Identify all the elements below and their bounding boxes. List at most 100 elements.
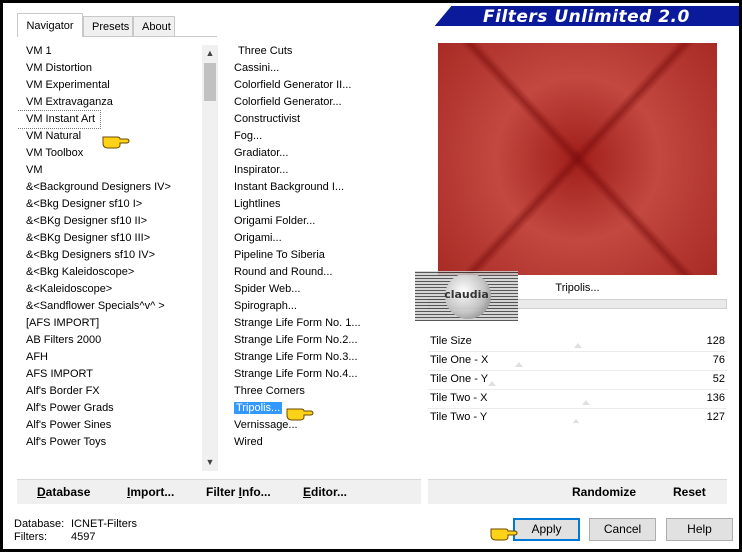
filter-info-button[interactable]: Filter Info... [206,485,271,499]
tab-presets[interactable]: Presets [83,16,133,36]
help-button[interactable]: Help [666,518,733,541]
button-label: atabase [45,485,91,499]
filter-item-label: Gradiator... [234,147,289,159]
category-item[interactable]: &<Sandflower Specials^v^ > [18,298,203,315]
filter-item[interactable]: Three Corners [231,383,421,400]
editor-button[interactable]: Editor... [303,485,347,499]
preview-image [438,43,717,275]
category-item[interactable]: Alf's Power Grads [18,400,203,417]
category-item[interactable]: Alf's Power Toys [18,434,203,451]
filter-item[interactable]: Instant Background I... [231,179,421,196]
param-value: 76 [712,354,725,366]
filter-item[interactable]: Strange Life Form No. 1... [231,315,421,332]
slider-tick-icon[interactable] [488,381,496,386]
category-item[interactable]: VM Extravaganza [18,94,203,111]
filter-item[interactable]: Round and Round... [231,264,421,281]
tab-navigator[interactable]: Navigator [17,13,83,37]
category-item[interactable]: AB Filters 2000 [18,332,203,349]
param-slider[interactable]: Tile One - X 76 [428,352,727,371]
list-toolbar: Database Import... Filter Info... Editor… [17,479,421,504]
filter-item-label: Pipeline To Siberia [234,249,325,261]
filter-list[interactable]: Three Cuts Cassini... Colorfield Generator… [231,43,421,471]
category-item[interactable]: VM Distortion [18,60,203,77]
filter-item[interactable]: Tripolis... [231,400,421,417]
database-button[interactable]: Database [37,485,90,499]
category-item[interactable]: Alf's Power Sines [18,417,203,434]
filter-item[interactable]: Constructivist [231,111,421,128]
status-area: Database: ICNET-Filters Filters: 4597 [14,518,137,544]
filter-item[interactable]: Pipeline To Siberia [231,247,421,264]
reset-button[interactable]: Reset [673,485,706,499]
category-item[interactable]: VM 1 [18,43,203,60]
status-database-value: ICNET-Filters [71,518,137,530]
filter-item[interactable]: Wired [231,434,421,451]
filter-item[interactable]: Fog... [231,128,421,145]
slider-tick-icon[interactable] [515,362,523,367]
filter-item-label: Colorfield Generator II... [234,79,352,91]
category-item[interactable]: &<BKg Designer sf10 III> [18,230,203,247]
parameter-list: Tile Size 128 Tile One - X 76 Tile One -… [428,333,727,428]
filter-item[interactable]: Colorfield Generator... [231,94,421,111]
slider-tick-icon[interactable] [574,343,582,348]
filter-item[interactable]: Colorfield Generator II... [231,77,421,94]
filter-item[interactable]: Spirograph... [231,298,421,315]
filter-item-label: Three Cuts [238,45,293,57]
filter-item-label: Strange Life Form No.2... [234,334,358,346]
pointing-hand-icon [102,136,130,149]
tab-about[interactable]: About [133,16,175,36]
filter-item-label: Inspirator... [234,164,289,176]
param-value: 128 [706,335,725,347]
filter-item[interactable]: Strange Life Form No.3... [231,349,421,366]
filter-item-label: Wired [234,436,263,448]
category-item[interactable]: &<Bkg Designers sf10 IV> [18,247,203,264]
filter-item[interactable]: Gradiator... [231,145,421,162]
button-label: nfo... [242,485,271,499]
filter-item-label: Constructivist [234,113,301,125]
filter-item[interactable]: Vernissage... [231,417,421,434]
category-item[interactable]: &<BKg Designer sf10 II> [18,213,203,230]
param-label: Tile One - Y [430,373,489,385]
category-item[interactable]: VM Instant Art [18,110,101,129]
param-slider[interactable]: Tile Two - X 136 [428,390,727,409]
import-button[interactable]: Import... [127,485,174,499]
category-item[interactable]: AFH [18,349,203,366]
category-list[interactable]: VM 1 VM Distortion VM Experimental VM Extra… [18,43,203,471]
category-item[interactable]: [AFS IMPORT] [18,315,203,332]
filter-item[interactable]: Origami Folder... [231,213,421,230]
filter-item-label: Cassini... [234,62,280,74]
category-item[interactable]: &<Background Designers IV> [18,179,203,196]
filter-item-label: Round and Round... [234,266,333,278]
randomize-button[interactable]: Randomize [572,485,636,499]
scroll-up-icon[interactable]: ▲ [202,45,218,62]
filter-item[interactable]: Three Cuts [231,43,421,60]
category-scrollbar[interactable]: ▲ ▼ [202,45,218,471]
category-item[interactable]: AFS IMPORT [18,366,203,383]
category-item[interactable]: Alf's Border FX [18,383,203,400]
category-item[interactable]: VM Experimental [18,77,203,94]
param-slider[interactable]: Tile One - Y 52 [428,371,727,390]
category-item[interactable]: VM [18,162,203,179]
filter-item[interactable]: Cassini... [231,60,421,77]
title-banner: Filters Unlimited 2.0 [433,6,739,28]
filter-item[interactable]: Strange Life Form No.4... [231,366,421,383]
pointing-hand-icon [490,528,518,541]
filter-item-label: Lightlines [234,198,281,210]
filter-item[interactable]: Strange Life Form No.2... [231,332,421,349]
filter-item[interactable]: Inspirator... [231,162,421,179]
filter-item-label: Strange Life Form No.4... [234,368,358,380]
filter-item-label: Instant Background I... [234,181,345,193]
param-value: 136 [706,392,725,404]
category-item[interactable]: &<Kaleidoscope> [18,281,203,298]
category-item[interactable]: &<Bkg Kaleidoscope> [18,264,203,281]
category-item[interactable]: &<Bkg Designer sf10 I> [18,196,203,213]
slider-tick-icon[interactable] [582,400,590,405]
watermark-logo: claudia [415,271,518,321]
scroll-down-icon[interactable]: ▼ [202,454,218,471]
filter-item[interactable]: Spider Web... [231,281,421,298]
cancel-button[interactable]: Cancel [589,518,656,541]
param-slider[interactable]: Tile Size 128 [428,333,727,352]
filter-item[interactable]: Lightlines [231,196,421,213]
apply-button[interactable]: Apply [513,518,580,541]
scroll-thumb[interactable] [204,63,216,101]
filter-item[interactable]: Origami... [231,230,421,247]
